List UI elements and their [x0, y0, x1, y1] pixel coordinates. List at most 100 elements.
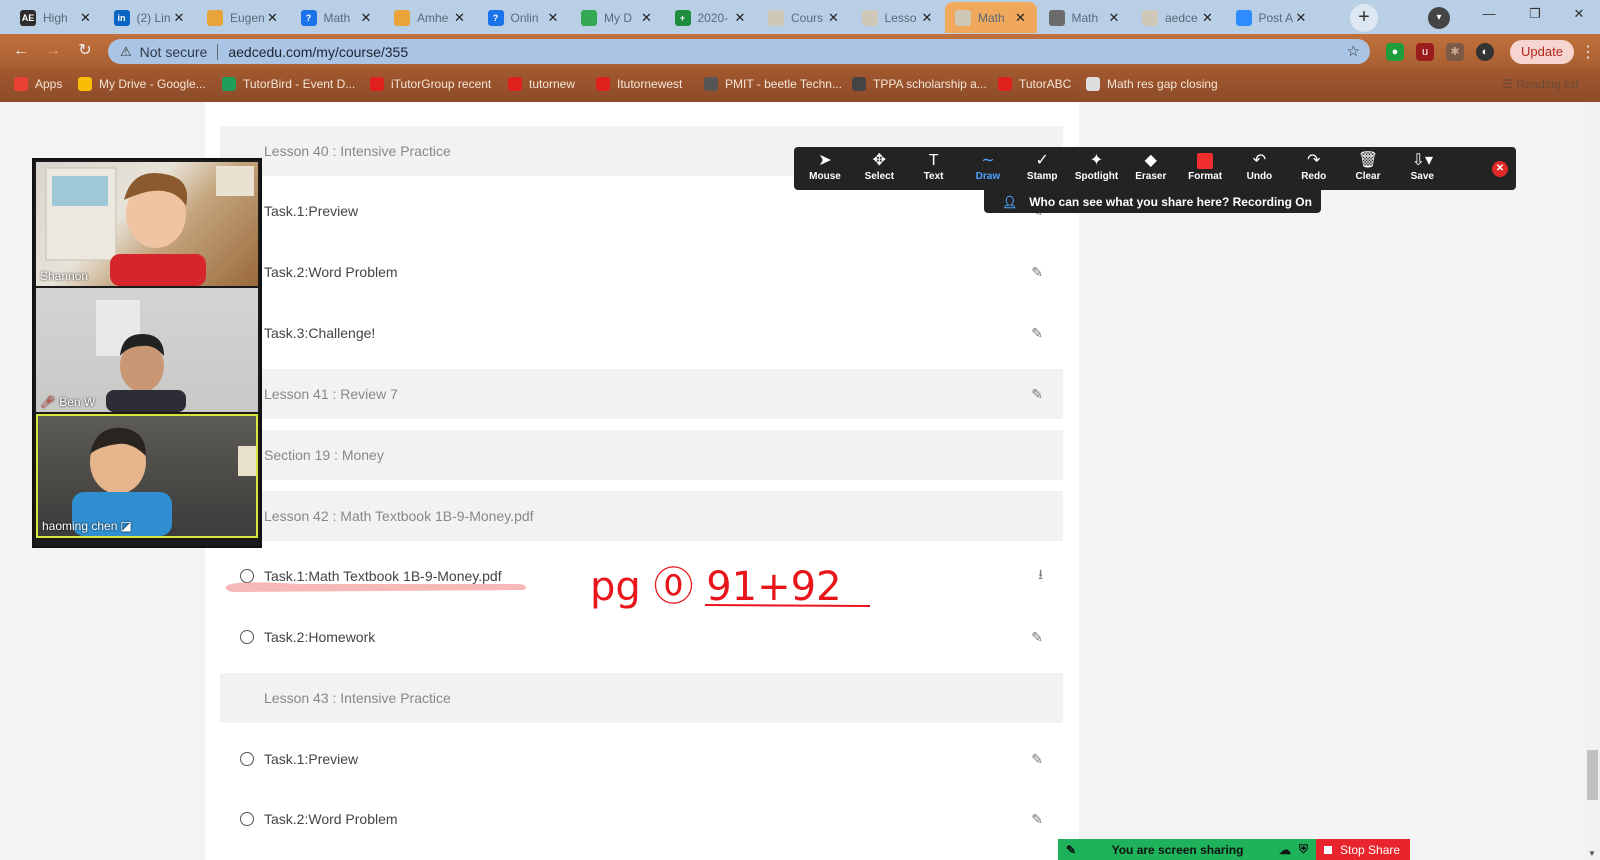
- browser-tab[interactable]: ? Math ✕: [291, 2, 383, 33]
- annotate-eraser-button[interactable]: ◆ Eraser: [1124, 151, 1178, 187]
- lesson-header-row[interactable]: Section 19 : Money: [220, 430, 1063, 480]
- bookmark-item[interactable]: My Drive - Google...: [78, 77, 206, 91]
- download-icon[interactable]: ⭳: [1038, 564, 1043, 588]
- minimize-button[interactable]: —: [1466, 0, 1512, 30]
- edit-pencil-icon[interactable]: ✎: [1031, 264, 1043, 281]
- browser-tab[interactable]: aedce ✕: [1132, 2, 1224, 33]
- lesson-header-row[interactable]: Lesson 41 : Review 7 ✎: [220, 369, 1063, 419]
- annotate-save-button[interactable]: ⇩▾ Save: [1395, 151, 1449, 187]
- task-row[interactable]: Task.1:Preview✎: [220, 734, 1063, 784]
- restore-button[interactable]: ❐: [1512, 0, 1558, 30]
- browser-tab[interactable]: Eugen ✕: [197, 2, 289, 33]
- browser-tab[interactable]: Lesso ✕: [852, 2, 944, 33]
- annotate-text-button[interactable]: T Text: [907, 151, 961, 187]
- bookmark-item[interactable]: TutorBird - Event D...: [222, 77, 355, 91]
- annotate-clear-button[interactable]: 🗑 Clear: [1341, 151, 1395, 187]
- lesson-header-row[interactable]: Lesson 43 : Intensive Practice: [220, 673, 1063, 723]
- extension-green-icon[interactable]: ●: [1386, 43, 1404, 61]
- browser-tab[interactable]: Cours ✕: [758, 2, 850, 33]
- browser-tab[interactable]: +2020- ✕: [665, 2, 757, 33]
- extensions-puzzle-icon[interactable]: ✱: [1446, 43, 1464, 61]
- bookmark-item[interactable]: tutornew: [508, 77, 575, 91]
- browser-tab[interactable]: ? Onlin ✕: [478, 2, 570, 33]
- browser-tab[interactable]: Math ✕: [945, 2, 1037, 33]
- tab-close-icon[interactable]: ✕: [1200, 10, 1216, 26]
- edit-pencil-icon[interactable]: ✎: [1031, 751, 1043, 768]
- browser-tab[interactable]: My D ✕: [571, 2, 663, 33]
- reading-list-button[interactable]: ☰ Reading list: [1502, 77, 1579, 91]
- lesson-header-row[interactable]: Lesson 42 : Math Textbook 1B-9-Money.pdf: [220, 491, 1063, 541]
- scroll-down-arrow-icon[interactable]: ▼: [1588, 849, 1596, 858]
- address-bar[interactable]: ⚠ Not secure aedcedu.com/my/course/355 ☆: [108, 39, 1370, 64]
- ublock-icon[interactable]: u: [1416, 43, 1434, 61]
- task-row[interactable]: Task.2:Word Problem ✎: [220, 794, 1063, 844]
- tab-search-icon[interactable]: ▾: [1428, 7, 1450, 29]
- annotate-undo-button[interactable]: ↶ Undo: [1232, 151, 1286, 187]
- annotate-stamp-button[interactable]: ✓ Stamp: [1015, 151, 1069, 187]
- edit-pencil-icon[interactable]: ✎: [1031, 386, 1043, 403]
- reload-icon[interactable]: ↻: [74, 40, 96, 62]
- task-radio[interactable]: [240, 630, 254, 644]
- annotate-select-button[interactable]: ✥ Select: [852, 151, 906, 187]
- tab-close-icon[interactable]: ✕: [545, 10, 561, 26]
- menu-kebab-icon[interactable]: ⋮: [1580, 42, 1596, 62]
- recording-banner[interactable]: 👤︎ Who can see what you share here? Reco…: [984, 190, 1321, 213]
- task-row[interactable]: Task.2:Homework ✎: [220, 612, 1063, 662]
- profile-avatar[interactable]: ◐: [1476, 43, 1494, 61]
- task-radio[interactable]: [240, 752, 254, 766]
- bookmark-item[interactable]: Apps: [14, 77, 62, 91]
- tab-close-icon[interactable]: ✕: [1013, 10, 1029, 26]
- cloud-record-icon: ☁: [1278, 842, 1291, 857]
- close-window-button[interactable]: ✕: [1556, 0, 1600, 30]
- forward-icon[interactable]: →: [42, 40, 64, 62]
- video-tile-ben[interactable]: 🎤︎ Ben W: [36, 288, 258, 412]
- back-icon[interactable]: ←: [10, 40, 32, 62]
- tab-close-icon[interactable]: ✕: [1106, 10, 1122, 26]
- edit-pencil-icon[interactable]: ✎: [1031, 325, 1043, 342]
- tab-close-icon[interactable]: ✕: [732, 10, 748, 26]
- scrollbar-thumb[interactable]: [1587, 750, 1598, 800]
- video-tile-haoming[interactable]: haoming chen ◪: [36, 414, 258, 538]
- tab-close-icon[interactable]: ✕: [78, 10, 94, 26]
- browser-tab[interactable]: Post A ✕: [1226, 2, 1318, 33]
- task-radio[interactable]: [240, 569, 254, 583]
- tab-close-icon[interactable]: ✕: [452, 10, 468, 26]
- tab-close-icon[interactable]: ✕: [265, 10, 281, 26]
- task-row[interactable]: Task.2:Word Problem ✎: [220, 247, 1063, 297]
- close-annotation-icon[interactable]: ✕: [1492, 161, 1508, 177]
- annotate-draw-button[interactable]: ∼ Draw: [961, 151, 1015, 187]
- bookmark-item[interactable]: iTutorGroup recent: [370, 77, 491, 91]
- video-tile-shannon[interactable]: Shannon: [36, 162, 258, 286]
- task-radio[interactable]: [240, 812, 254, 826]
- annotate-format-button[interactable]: Format: [1178, 151, 1232, 187]
- bookmark-item[interactable]: Math res gap closing: [1086, 77, 1218, 91]
- annotate-spotlight-button[interactable]: ✦ Spotlight: [1070, 151, 1124, 187]
- browser-tab[interactable]: Amhe ✕: [384, 2, 476, 33]
- bookmark-item[interactable]: TutorABC: [998, 77, 1071, 91]
- tab-close-icon[interactable]: ✕: [171, 10, 187, 26]
- new-tab-button[interactable]: +: [1350, 4, 1378, 32]
- tab-close-icon[interactable]: ✕: [826, 10, 842, 26]
- task-row[interactable]: Task.1:Math Textbook 1B-9-Money.pdf ⭳: [220, 551, 1063, 601]
- browser-tab[interactable]: Math ✕: [1039, 2, 1131, 33]
- tab-close-icon[interactable]: ✕: [639, 10, 655, 26]
- edit-pencil-icon[interactable]: ✎: [1031, 811, 1043, 828]
- tab-close-icon[interactable]: ✕: [919, 10, 935, 26]
- edit-pencil-icon[interactable]: ✎: [1031, 629, 1043, 646]
- task-row[interactable]: Task.3:Challenge! ✎: [220, 308, 1063, 358]
- browser-tab[interactable]: in (2) Lin ✕: [104, 2, 196, 33]
- tab-close-icon[interactable]: ✕: [1293, 10, 1309, 26]
- page-scrollbar[interactable]: ▼: [1585, 102, 1600, 860]
- bookmark-star-icon[interactable]: ☆: [1347, 42, 1360, 60]
- bookmark-item[interactable]: Itutornewest: [596, 77, 682, 91]
- sharing-status[interactable]: ✎ You are screen sharing ☁ ⛨: [1058, 839, 1316, 860]
- task-row[interactable]: Task.1:Preview✎: [220, 186, 1063, 236]
- stop-share-button[interactable]: Stop Share: [1316, 839, 1410, 860]
- update-button[interactable]: Update: [1510, 40, 1574, 64]
- bookmark-item[interactable]: PMIT - beetle Techn...: [704, 77, 842, 91]
- bookmark-item[interactable]: TPPA scholarship a...: [852, 77, 987, 91]
- tab-close-icon[interactable]: ✕: [358, 10, 374, 26]
- annotate-mouse-button[interactable]: ➤ Mouse: [798, 151, 852, 187]
- annotate-redo-button[interactable]: ↷ Redo: [1287, 151, 1341, 187]
- browser-tab[interactable]: AE High ✕: [10, 2, 102, 33]
